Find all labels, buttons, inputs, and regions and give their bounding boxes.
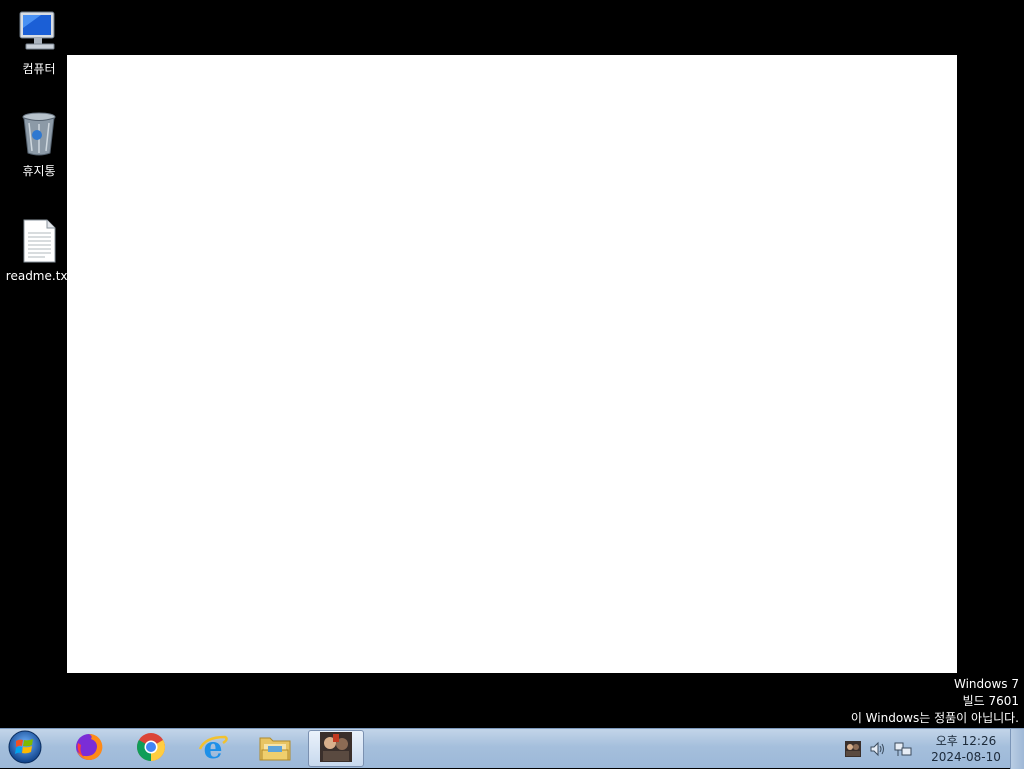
app-thumbnail-icon xyxy=(319,731,353,767)
desktop[interactable]: 컴퓨터 휴지통 readme.txt Windows 7 빌드 7601 이 W… xyxy=(0,0,1024,728)
desktop-icon-readme[interactable]: readme.txt xyxy=(1,217,77,283)
svg-text:e: e xyxy=(203,731,222,763)
clock-date: 2024-08-10 xyxy=(931,750,1001,764)
taskbar: e 오후 12:26 2024-08-10 xyxy=(0,728,1024,769)
taskbar-chrome-button[interactable] xyxy=(123,730,179,767)
text-file-icon xyxy=(15,217,63,265)
system-tray: 오후 12:26 2024-08-10 xyxy=(843,729,1006,769)
computer-icon xyxy=(15,8,63,56)
windows-orb-icon xyxy=(7,729,43,769)
speaker-icon[interactable] xyxy=(868,739,888,759)
desktop-icon-label: readme.txt xyxy=(5,269,73,283)
taskbar-explorer-button[interactable] xyxy=(247,730,303,767)
firefox-icon xyxy=(73,731,105,767)
internet-explorer-icon: e xyxy=(197,731,229,767)
windows-watermark: Windows 7 빌드 7601 이 Windows는 정품이 아닙니다. xyxy=(851,676,1019,727)
recycle-bin-icon xyxy=(15,110,63,158)
desktop-icon-computer[interactable]: 컴퓨터 xyxy=(1,8,77,77)
app-tray-icon[interactable] xyxy=(843,739,863,759)
watermark-edition: Windows 7 xyxy=(953,677,1019,691)
desktop-icon-label: 컴퓨터 xyxy=(22,62,56,76)
file-explorer-icon xyxy=(258,732,292,766)
desktop-icon-label: 휴지통 xyxy=(22,164,56,178)
blank-window[interactable] xyxy=(67,55,957,673)
chrome-icon xyxy=(135,731,167,767)
clock-time: 오후 12:26 xyxy=(935,734,997,748)
start-button[interactable] xyxy=(5,730,45,768)
network-icon[interactable] xyxy=(893,739,913,759)
watermark-genuine-notice: 이 Windows는 정품이 아닙니다. xyxy=(850,711,1019,725)
show-desktop-button[interactable] xyxy=(1010,729,1024,769)
taskbar-active-app-button[interactable] xyxy=(308,730,364,767)
desktop-icon-recycle-bin[interactable]: 휴지통 xyxy=(1,110,77,179)
taskbar-firefox-button[interactable] xyxy=(61,730,117,767)
clock[interactable]: 오후 12:26 2024-08-10 xyxy=(926,733,1006,765)
taskbar-ie-button[interactable]: e xyxy=(185,730,241,767)
watermark-build: 빌드 7601 xyxy=(962,694,1019,708)
